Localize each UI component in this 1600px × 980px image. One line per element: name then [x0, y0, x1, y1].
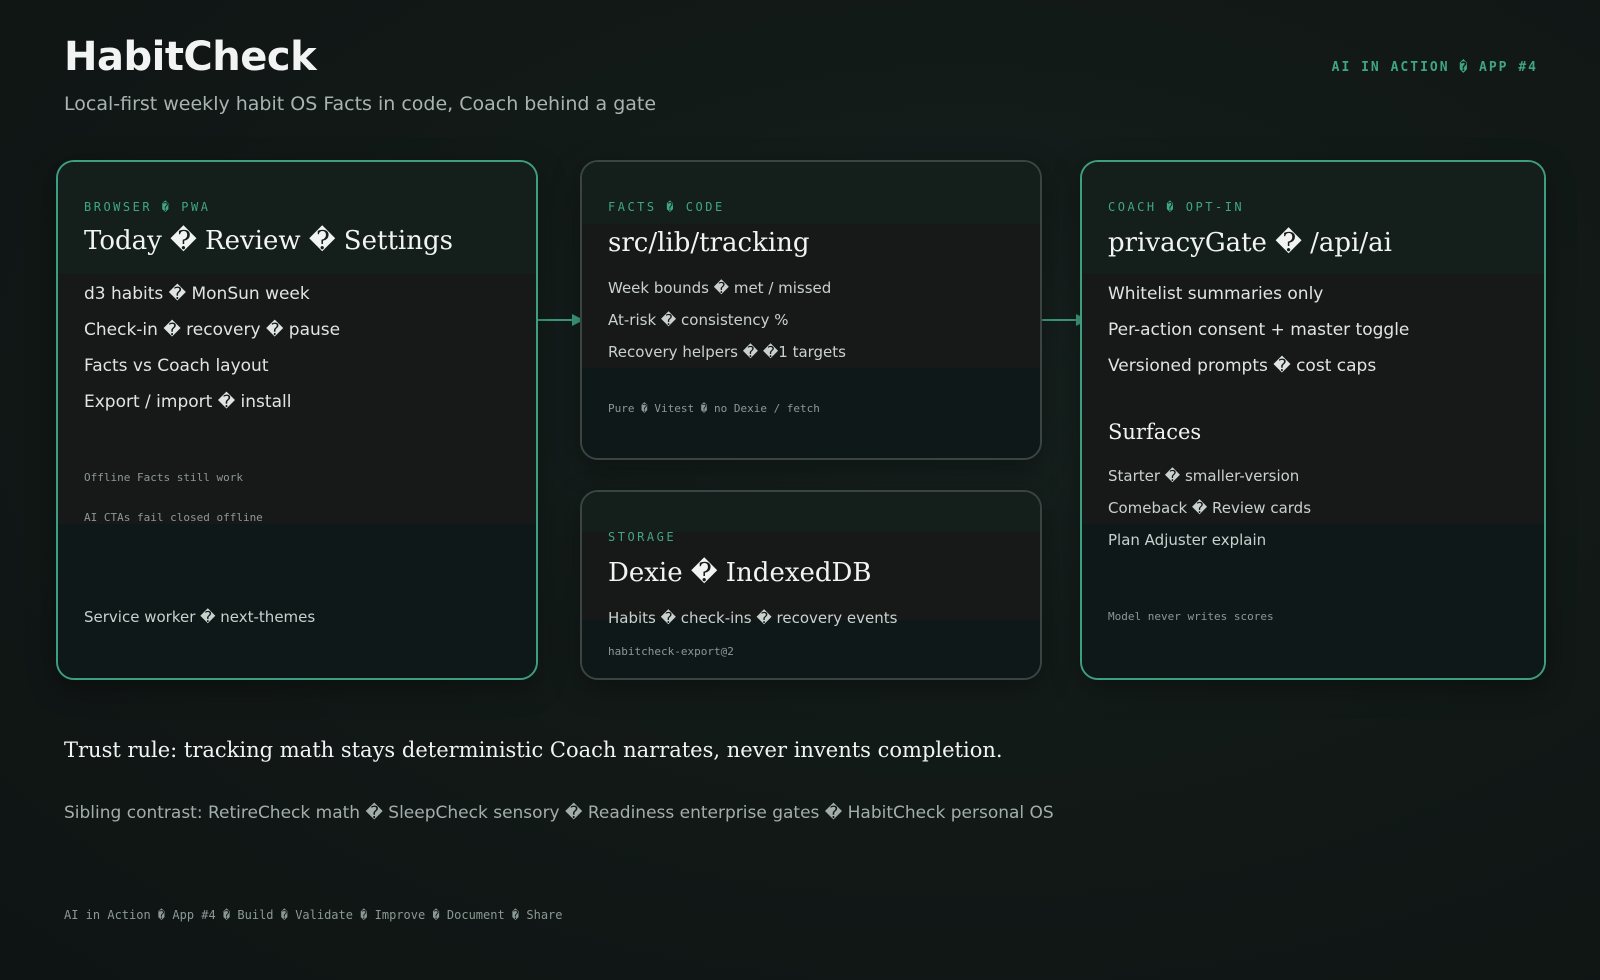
facts-note: Pure � Vitest � no Dexie / fetch [608, 402, 820, 415]
storage-note: habitcheck-export@2 [608, 645, 734, 658]
coach-card: COACH � OPT-IN privacyGate � /api/ai Whi… [1080, 160, 1546, 680]
facts-card: FACTS � CODE src/lib/tracking Week bound… [580, 160, 1042, 460]
browser-item: Facts vs Coach layout [84, 356, 269, 376]
coach-surfaces-heading: Surfaces [1108, 420, 1202, 444]
trust-rule: Trust rule: tracking math stays determin… [64, 738, 1003, 762]
facts-item: At-risk � consistency % [608, 311, 789, 329]
browser-heading: Today � Review � Settings [84, 226, 453, 256]
browser-item: Check-in � recovery � pause [84, 320, 341, 340]
facts-item: Recovery helpers � �1 targets [608, 343, 846, 361]
storage-heading: Dexie � IndexedDB [608, 558, 872, 588]
browser-item: d3 habits � MonSun week [84, 284, 310, 304]
coach-item: Per-action consent + master toggle [1108, 320, 1410, 340]
coach-item: Versioned prompts � cost caps [1108, 356, 1377, 376]
sibling-contrast: Sibling contrast: RetireCheck math � Sle… [64, 803, 1054, 823]
coach-surface-item: Starter � smaller-version [1108, 467, 1300, 485]
browser-eyebrow: BROWSER � PWA [84, 200, 211, 214]
coach-eyebrow: COACH � OPT-IN [1108, 200, 1245, 214]
browser-note-ai: AI CTAs fail closed offline [84, 511, 263, 524]
coach-surface-item: Plan Adjuster explain [1108, 531, 1267, 549]
page-footer: AI in Action � App #4 � Build � Validate… [64, 908, 563, 922]
coach-surface-item: Comeback � Review cards [1108, 499, 1312, 517]
coach-note: Model never writes scores [1108, 610, 1274, 623]
storage-item: Habits � check-ins � recovery events [608, 609, 898, 627]
storage-card: STORAGE Dexie � IndexedDB Habits � check… [580, 490, 1042, 680]
browser-note-offline: Offline Facts still work [84, 471, 243, 484]
browser-footer: Service worker � next-themes [84, 608, 316, 626]
facts-eyebrow: FACTS � CODE [608, 200, 725, 214]
coach-item: Whitelist summaries only [1108, 284, 1324, 304]
facts-item: Week bounds � met / missed [608, 279, 832, 297]
browser-item: Export / import � install [84, 392, 292, 412]
storage-eyebrow: STORAGE [608, 530, 677, 544]
browser-card: BROWSER � PWA Today � Review � Settings … [56, 160, 538, 680]
facts-heading: src/lib/tracking [608, 228, 810, 258]
coach-heading: privacyGate � /api/ai [1108, 228, 1392, 258]
